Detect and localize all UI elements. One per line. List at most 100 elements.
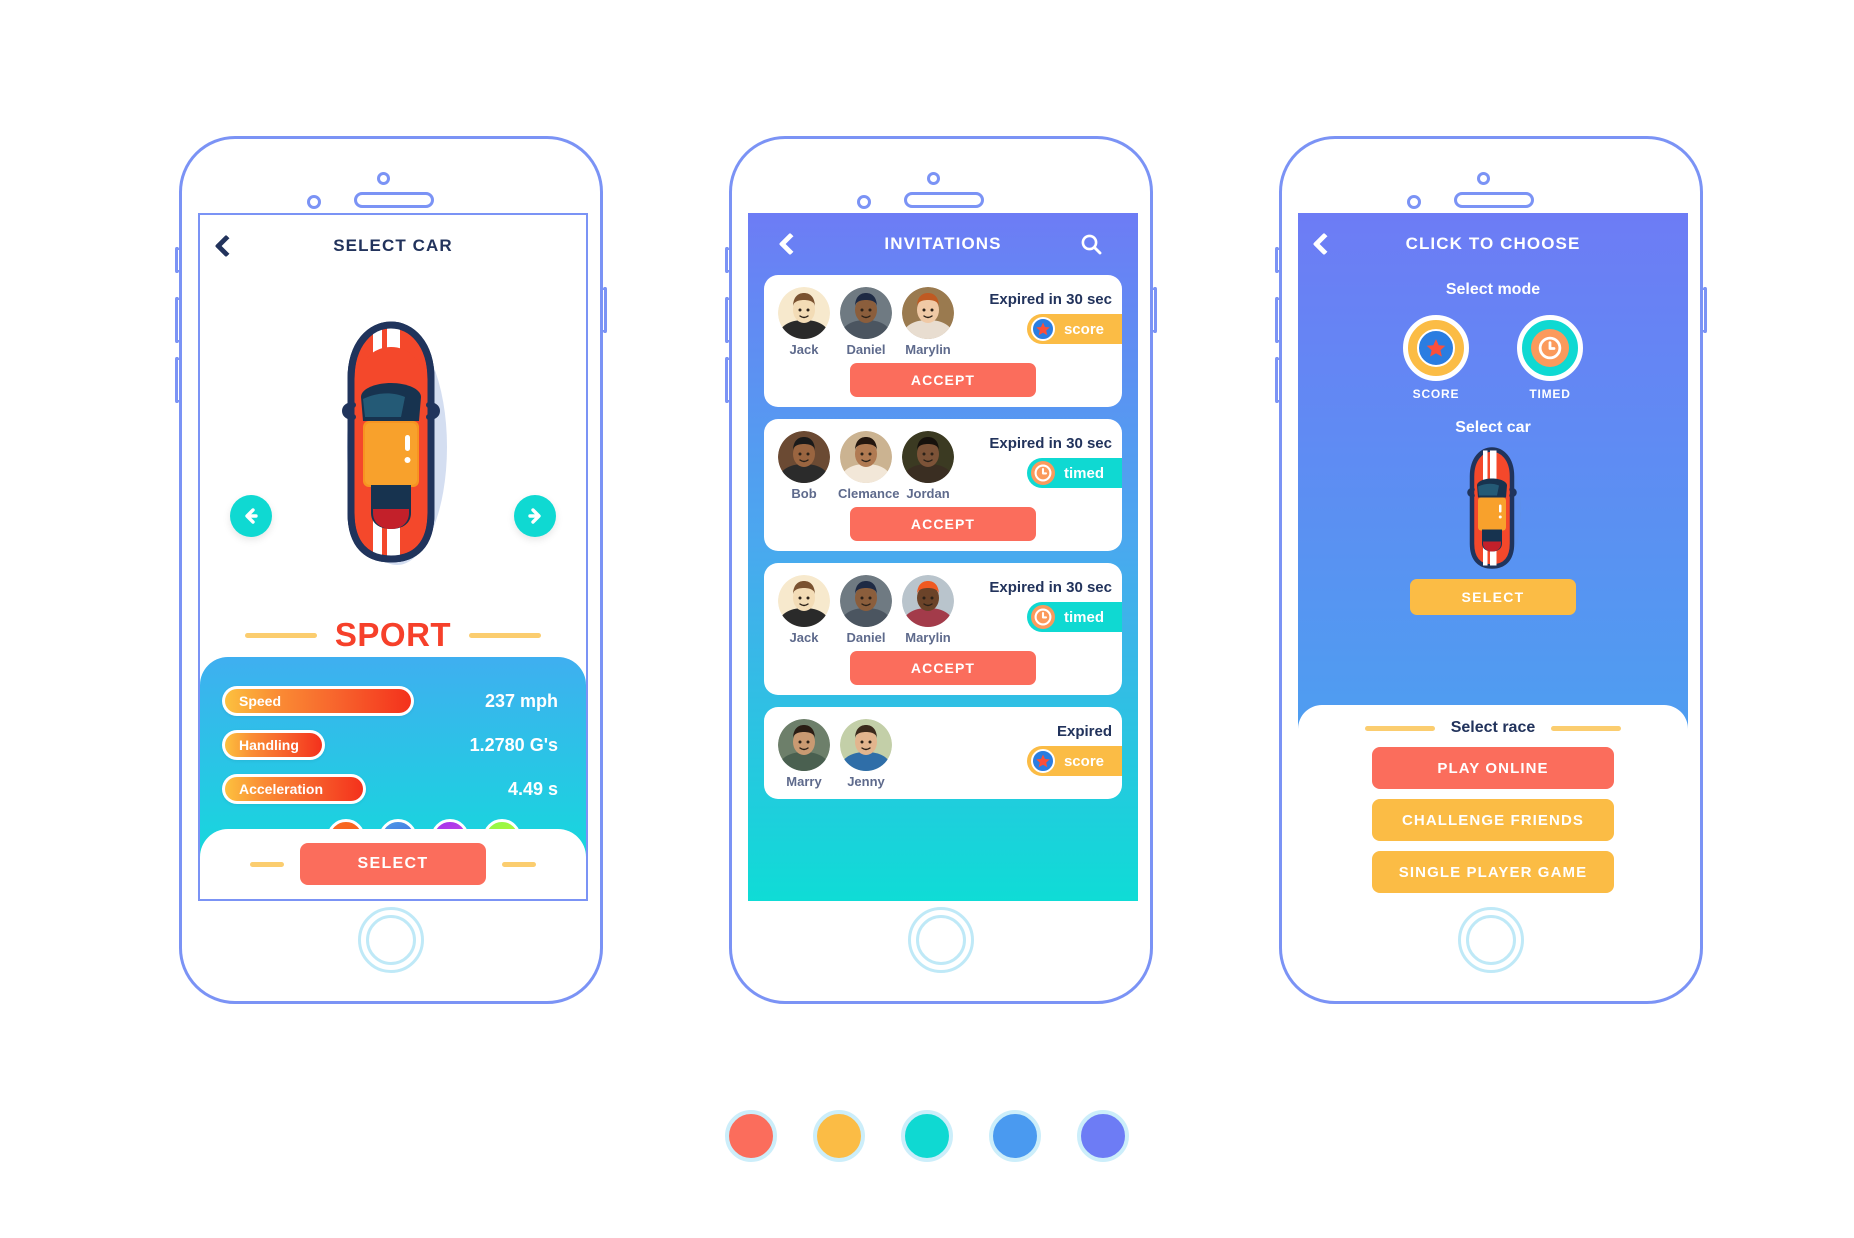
- volume-up-button: [725, 297, 729, 343]
- avatar: [778, 431, 830, 483]
- star-badge-icon: [1417, 329, 1455, 367]
- player-name: Marylin: [905, 630, 951, 645]
- invitation-list[interactable]: Jack Daniel Marylin Expired in 30 sec score A…: [764, 275, 1122, 799]
- invitation-card[interactable]: Bob Clemance Jordan Expired in 30 sec timed A…: [764, 419, 1122, 551]
- mode-selector[interactable]: SCORE TIMED: [1298, 315, 1688, 401]
- race-button-challenge-friends[interactable]: CHALLENGE FRIENDS: [1372, 799, 1614, 841]
- expiry-text: Expired: [1056, 723, 1112, 740]
- footer-divider-left: [250, 861, 284, 867]
- mode-ring: [1403, 315, 1469, 381]
- player-avatars: Jack Daniel Marylin: [764, 575, 956, 645]
- player: Marylin: [900, 575, 956, 645]
- player-name: Marylin: [905, 342, 951, 357]
- home-button[interactable]: [358, 907, 424, 973]
- expiry-text: Expired in 30 sec: [989, 291, 1112, 308]
- arrow-right-icon: [528, 508, 541, 524]
- palette-swatch-teal[interactable]: [901, 1110, 953, 1162]
- power-button: [1703, 287, 1707, 333]
- avatar: [840, 431, 892, 483]
- stat-bar-fill: Speed: [225, 689, 411, 713]
- expiry-text: Expired in 30 sec: [989, 579, 1112, 596]
- avatar: [840, 575, 892, 627]
- invitation-card[interactable]: Jack Daniel Marylin Expired in 30 sec score A…: [764, 275, 1122, 407]
- palette-swatch-indigo[interactable]: [1077, 1110, 1129, 1162]
- avatar: [840, 287, 892, 339]
- earpiece-speaker: [354, 192, 434, 208]
- race-button-group[interactable]: PLAY ONLINE CHALLENGE FRIENDS SINGLE PLAYE…: [1298, 747, 1688, 893]
- palette-swatch-coral[interactable]: [725, 1110, 777, 1162]
- mode-badge-label: timed: [1063, 608, 1104, 626]
- mode-ring: [1517, 315, 1583, 381]
- player-avatars: Bob Clemance Jordan: [764, 431, 956, 501]
- player-avatars: Marry Jenny: [764, 719, 894, 789]
- car-model-row: SPORT: [200, 607, 586, 663]
- race-button-single-player-game[interactable]: SINGLE PLAYER GAME: [1372, 851, 1614, 893]
- phone-mockup-invitations: INVITATIONS Jack Daniel Marylin Expired in …: [725, 136, 1157, 1004]
- invitation-card[interactable]: Marry Jenny Expired score: [764, 707, 1122, 799]
- mute-switch: [175, 247, 179, 273]
- invitation-card[interactable]: Jack Daniel Marylin Expired in 30 sec timed A…: [764, 563, 1122, 695]
- avatar: [778, 287, 830, 339]
- accept-button[interactable]: ACCEPT: [850, 363, 1036, 397]
- phone-mockup-click-to-choose: CLICK TO CHOOSE Select mode SCORE TIMED S…: [1275, 136, 1707, 1004]
- palette-swatch-blue[interactable]: [989, 1110, 1041, 1162]
- select-car-header: SELECT CAR: [200, 215, 586, 277]
- select-race-label: Select race: [1450, 719, 1536, 736]
- volume-up-button: [175, 297, 179, 343]
- car-illustration-small: [1298, 445, 1688, 571]
- screen-invitations: INVITATIONS Jack Daniel Marylin Expired in …: [748, 213, 1138, 901]
- player: Marry: [776, 719, 832, 789]
- mode-label: SCORE: [1412, 387, 1460, 401]
- invitation-card-top: Jack Daniel Marylin Expired in 30 sec score: [764, 287, 1122, 357]
- front-camera-icon: [927, 172, 940, 185]
- star-badge-icon: [1036, 754, 1050, 768]
- stat-label: Handling: [239, 737, 299, 753]
- player: Bob: [776, 431, 832, 501]
- power-button: [1153, 287, 1157, 333]
- select-race-header: Select race: [1298, 719, 1688, 737]
- player: Jack: [776, 287, 832, 357]
- mode-option-score[interactable]: SCORE: [1403, 315, 1469, 401]
- palette-swatch-amber[interactable]: [813, 1110, 865, 1162]
- stat-bar: Speed: [222, 686, 414, 716]
- invitation-card-top: Jack Daniel Marylin Expired in 30 sec timed: [764, 575, 1122, 645]
- previous-car-button[interactable]: [230, 495, 272, 537]
- select-car-button[interactable]: SELECT: [300, 843, 486, 885]
- stat-row: Acceleration 4.49 s: [200, 767, 586, 811]
- volume-down-button: [1275, 357, 1279, 403]
- page-title: CLICK TO CHOOSE: [1405, 234, 1581, 253]
- player-name: Daniel: [846, 630, 886, 645]
- select-car-button[interactable]: SELECT: [1410, 579, 1576, 615]
- avatar: [902, 431, 954, 483]
- home-button[interactable]: [1458, 907, 1524, 973]
- avatar: [840, 719, 892, 771]
- accept-button[interactable]: ACCEPT: [850, 507, 1036, 541]
- sensor-icon: [307, 195, 321, 209]
- next-car-button[interactable]: [514, 495, 556, 537]
- home-button[interactable]: [908, 907, 974, 973]
- player: Daniel: [838, 575, 894, 645]
- invitation-card-top: Bob Clemance Jordan Expired in 30 sec timed: [764, 431, 1122, 501]
- invitation-meta: Expired in 30 sec timed: [956, 431, 1122, 488]
- front-camera-icon: [377, 172, 390, 185]
- clock-badge-icon: [1034, 464, 1052, 482]
- avatar: [778, 575, 830, 627]
- sensor-icon: [857, 195, 871, 209]
- accept-button[interactable]: ACCEPT: [850, 651, 1036, 685]
- invitation-meta: Expired in 30 sec timed: [956, 575, 1122, 632]
- click-to-choose-header: CLICK TO CHOOSE: [1298, 213, 1688, 275]
- race-button-play-online[interactable]: PLAY ONLINE: [1372, 747, 1614, 789]
- divider-right: [469, 632, 542, 638]
- volume-down-button: [725, 357, 729, 403]
- volume-up-button: [1275, 297, 1279, 343]
- stat-value: 4.49 s: [507, 778, 558, 799]
- player-name: Jordan: [906, 486, 950, 501]
- player-name: Clemance: [838, 486, 900, 501]
- mode-option-timed[interactable]: TIMED: [1517, 315, 1583, 401]
- volume-down-button: [175, 357, 179, 403]
- screen-click-to-choose: CLICK TO CHOOSE Select mode SCORE TIMED S…: [1298, 213, 1688, 901]
- search-icon[interactable]: [1080, 233, 1102, 255]
- expiry-text: Expired in 30 sec: [989, 435, 1112, 452]
- stat-bar-fill: Handling: [225, 733, 322, 757]
- mode-label: TIMED: [1529, 387, 1571, 401]
